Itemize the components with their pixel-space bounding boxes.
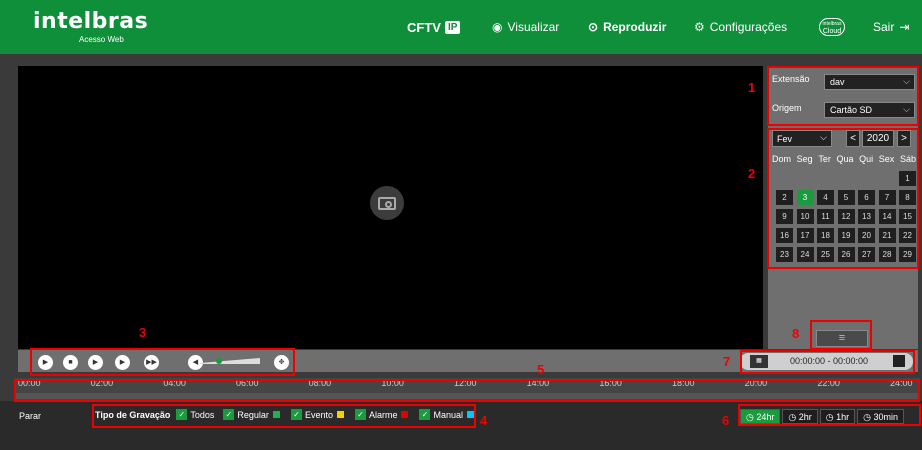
reproduzir-label: Reproduzir [603, 20, 667, 34]
top-header: intelbras Acesso Web CFTV IP ◉ Visualizar … [0, 0, 922, 54]
cloud-icon: intelbras Cloud [819, 18, 845, 36]
annotation-box-8 [810, 320, 872, 350]
annotation-number-8: 8 [792, 326, 800, 341]
exit-icon: ⇥ [899, 20, 910, 34]
annotation-number-2: 2 [748, 166, 756, 181]
snapshot-icon[interactable] [370, 186, 404, 220]
annotation-box-3 [30, 348, 295, 376]
annotation-number-4: 4 [480, 413, 488, 428]
configuracoes-label: Configurações [709, 20, 788, 34]
annotation-number-6: 6 [722, 413, 730, 428]
cftv-label: CFTV [407, 19, 441, 35]
nav-visualizar[interactable]: ◉ Visualizar [492, 0, 559, 54]
annotation-number-5: 5 [537, 362, 545, 377]
annotation-box-5 [14, 379, 920, 402]
nav-configuracoes[interactable]: ⚙ Configurações [694, 0, 787, 54]
nav-sair[interactable]: Sair ⇥ [873, 0, 909, 54]
annotation-number-7: 7 [723, 354, 731, 369]
gear-icon: ⚙ [694, 20, 705, 34]
eye-icon: ◉ [492, 20, 503, 34]
annotation-box-7 [740, 350, 915, 374]
annotation-box-4 [92, 404, 476, 428]
brand-subtitle: Acesso Web [79, 35, 124, 44]
annotation-box-1 [767, 66, 919, 126]
brand-name: intelbras [33, 9, 149, 34]
nav-cloud[interactable]: intelbras Cloud [819, 0, 845, 54]
annotation-number-3: 3 [139, 325, 147, 340]
annotation-box-6 [738, 404, 921, 426]
cloud-brand: intelbras [822, 21, 842, 27]
play-circle-icon: ⊙ [588, 20, 599, 34]
nav-cftv[interactable]: CFTV IP [407, 0, 461, 54]
ip-badge: IP [444, 20, 461, 34]
annotation-box-2 [767, 128, 919, 269]
playback-status: Parar [19, 411, 42, 421]
cloud-label: Cloud [822, 28, 842, 35]
visualizar-label: Visualizar [507, 20, 560, 34]
intelbras-logo: intelbras Acesso Web [33, 9, 149, 44]
nav-reproduzir[interactable]: ⊙ Reproduzir [588, 0, 666, 54]
annotation-number-1: 1 [748, 80, 756, 95]
sair-label: Sair [873, 20, 895, 34]
video-viewport[interactable] [18, 66, 763, 349]
